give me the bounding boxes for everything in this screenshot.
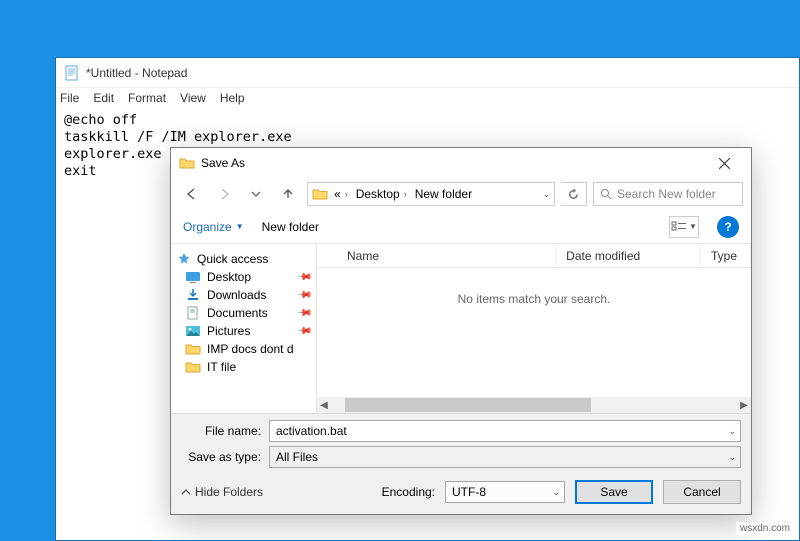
cancel-button[interactable]: Cancel <box>663 480 741 504</box>
up-button[interactable] <box>275 181 301 207</box>
chevron-down-icon[interactable]: ⌄ <box>542 189 550 200</box>
hide-folders-button[interactable]: Hide Folders <box>181 485 263 499</box>
folder-icon <box>185 342 201 356</box>
save-button[interactable]: Save <box>575 480 653 504</box>
form-area: File name: activation.bat ⌄ Save as type… <box>171 413 751 514</box>
file-list-area: Name Date modified Type No items match y… <box>317 244 751 413</box>
search-placeholder: Search New folder <box>617 187 716 201</box>
horizontal-scrollbar[interactable]: ◀ ▶ <box>317 397 751 413</box>
refresh-button[interactable] <box>561 182 587 206</box>
encoding-select[interactable]: UTF-8 ⌄ <box>445 481 565 503</box>
breadcrumb-root[interactable]: « › <box>332 186 350 202</box>
column-headers: Name Date modified Type <box>317 244 751 268</box>
close-button[interactable] <box>705 150 743 176</box>
notepad-title: *Untitled - Notepad <box>86 66 187 80</box>
encoding-label: Encoding: <box>382 485 435 499</box>
menu-file[interactable]: File <box>60 91 79 105</box>
search-icon <box>600 188 612 200</box>
recent-locations-button[interactable] <box>243 181 269 207</box>
scroll-thumb[interactable] <box>345 398 591 412</box>
saveastype-select[interactable]: All Files ⌄ <box>269 446 741 468</box>
folder-icon <box>185 360 201 374</box>
chevron-down-icon[interactable]: ⌄ <box>552 487 560 498</box>
notepad-app-icon <box>64 65 80 81</box>
forward-button <box>211 181 237 207</box>
help-button[interactable]: ? <box>717 216 739 238</box>
menu-format[interactable]: Format <box>128 91 166 105</box>
back-button[interactable] <box>179 181 205 207</box>
toolbar-row: Organize ▼ New folder ▼ ? <box>171 210 751 244</box>
sidebar-item-pictures[interactable]: Pictures📌 <box>171 322 316 340</box>
sidebar-item-documents[interactable]: Documents📌 <box>171 304 316 322</box>
menu-edit[interactable]: Edit <box>93 91 114 105</box>
saveastype-label: Save as type: <box>181 450 269 464</box>
breadcrumb-newfolder[interactable]: New folder <box>413 186 474 202</box>
scroll-left-arrow[interactable]: ◀ <box>317 400 331 411</box>
sidebar-item-desktop[interactable]: Desktop📌 <box>171 268 316 286</box>
watermark: wsxdn.com <box>736 522 794 535</box>
organize-button[interactable]: Organize ▼ <box>183 220 244 234</box>
column-type[interactable]: Type <box>701 244 751 267</box>
sidebar-item-downloads[interactable]: Downloads📌 <box>171 286 316 304</box>
downloads-icon <box>185 288 201 302</box>
star-icon <box>177 252 191 266</box>
sidebar-item-imp-docs[interactable]: IMP docs dont d <box>171 340 316 358</box>
nav-row: « › Desktop › New folder ⌄ Search New fo… <box>171 178 751 210</box>
dialog-title: Save As <box>201 156 705 170</box>
search-input[interactable]: Search New folder <box>593 182 743 206</box>
column-date[interactable]: Date modified <box>556 244 701 267</box>
sidebar-item-it-file[interactable]: IT file <box>171 358 316 376</box>
menu-view[interactable]: View <box>180 91 206 105</box>
save-as-dialog: Save As « › Desktop › New folder ⌄ Searc… <box>170 147 752 515</box>
column-spacer <box>317 244 337 267</box>
notepad-menubar: File Edit Format View Help <box>56 88 799 108</box>
dialog-titlebar: Save As <box>171 148 751 178</box>
pin-icon: 📌 <box>295 323 312 340</box>
pin-icon: 📌 <box>295 269 312 286</box>
scroll-right-arrow[interactable]: ▶ <box>737 400 751 411</box>
chevron-down-icon[interactable]: ⌄ <box>728 426 736 437</box>
address-bar[interactable]: « › Desktop › New folder ⌄ <box>307 182 555 206</box>
pin-icon: 📌 <box>295 287 312 304</box>
sidebar-quick-access[interactable]: Quick access <box>171 250 316 268</box>
filename-input[interactable]: activation.bat ⌄ <box>269 420 741 442</box>
desktop-icon <box>185 270 201 284</box>
menu-help[interactable]: Help <box>220 91 245 105</box>
view-button[interactable]: ▼ <box>669 216 699 238</box>
filename-label: File name: <box>181 424 269 438</box>
newfolder-button[interactable]: New folder <box>262 220 319 234</box>
breadcrumb-desktop[interactable]: Desktop › <box>354 186 409 202</box>
folder-icon <box>312 187 328 201</box>
chevron-up-icon <box>181 487 191 497</box>
pin-icon: 📌 <box>295 305 312 322</box>
documents-icon <box>185 306 201 320</box>
pictures-icon <box>185 324 201 338</box>
folder-icon <box>179 155 195 171</box>
column-name[interactable]: Name <box>337 244 556 267</box>
chevron-down-icon[interactable]: ⌄ <box>728 452 736 463</box>
notepad-titlebar: *Untitled - Notepad <box>56 58 799 88</box>
empty-message: No items match your search. <box>317 268 751 397</box>
sidebar: Quick access Desktop📌 Downloads📌 Documen… <box>171 244 317 413</box>
